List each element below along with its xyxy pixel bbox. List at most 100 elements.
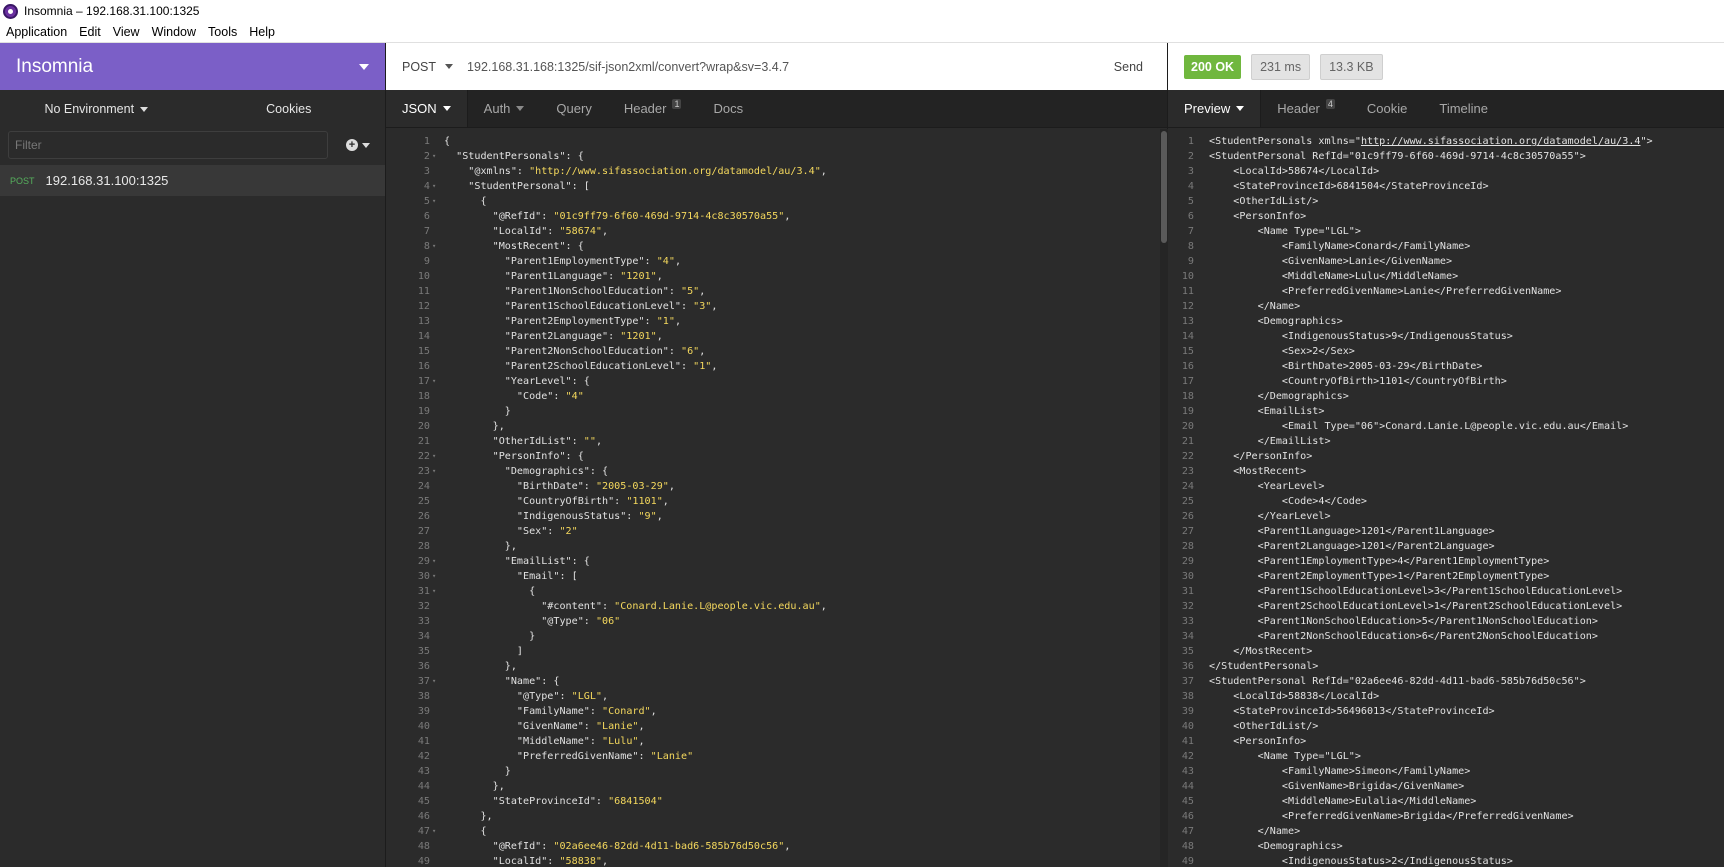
sidebar-request-item[interactable]: POST 192.168.31.100:1325	[0, 165, 385, 196]
menu-view[interactable]: View	[107, 25, 146, 39]
scrollbar[interactable]	[1160, 129, 1168, 867]
scrollbar-thumb[interactable]	[1161, 131, 1167, 243]
code-line: <OtherIdList/>	[1209, 721, 1319, 732]
line-number: 34	[1181, 631, 1194, 642]
menu-application[interactable]: Application	[0, 25, 73, 39]
line-number: 3	[1187, 166, 1194, 177]
fold-arrow-icon[interactable]: ▾	[432, 824, 442, 839]
fold-arrow-icon[interactable]: ▾	[432, 194, 442, 209]
line-number: 48	[1181, 841, 1194, 852]
request-body-editor[interactable]: 1 2 3 4 5 6 7 8 9 10 11 12 13 14 15 16 17 18 19 20 21 22 23 24 2…	[386, 129, 1168, 867]
line-number: 45	[417, 796, 430, 807]
window-title: Insomnia – 192.168.31.100:1325	[24, 4, 200, 18]
response-status-bar: 200 OK 231 ms 13.3 KB	[1168, 43, 1724, 90]
filter-input[interactable]	[8, 131, 328, 159]
line-number: 37	[1181, 676, 1194, 687]
workspace-name: Insomnia	[16, 55, 94, 77]
line-number: 1	[1187, 136, 1194, 147]
request-method-tag: POST	[10, 175, 35, 186]
code-line: <Parent1EmploymentType>4</Parent1Employm…	[1209, 556, 1550, 567]
preview-caret-icon	[1236, 106, 1245, 111]
fold-arrow-icon[interactable]: ▾	[432, 569, 442, 584]
code-line: <Parent2EmploymentType>1</Parent2Employm…	[1209, 571, 1550, 582]
line-number: 23	[1181, 466, 1194, 477]
tab-header[interactable]: Header 1	[608, 90, 698, 127]
tab-body[interactable]: JSON	[386, 90, 468, 127]
line-number: 12	[417, 301, 430, 312]
code-line: </EmailList>	[1209, 436, 1331, 447]
code-line: <MostRecent>	[1209, 466, 1307, 477]
line-number: 38	[1181, 691, 1194, 702]
add-request-button[interactable]: +	[346, 139, 370, 151]
line-number: 16	[1181, 361, 1194, 372]
environment-selector[interactable]: No Environment	[0, 102, 193, 116]
code-line: "Parent2EmploymentType": "1",	[444, 316, 682, 327]
fold-arrow-icon[interactable]: ▾	[432, 374, 442, 389]
response-body-viewer[interactable]: 1 2 3 4 5 6 7 8 9 10 11 12 13 14 15 16 17 18 19 20 21 22 23 24 2…	[1168, 129, 1724, 867]
line-number: 35	[1181, 646, 1194, 657]
tab-docs-label: Docs	[713, 101, 744, 116]
code-line: {	[444, 196, 487, 207]
line-number: 26	[417, 511, 430, 522]
line-number: 46	[1181, 811, 1194, 822]
fold-arrow-icon[interactable]: ▾	[432, 554, 442, 569]
line-number: 30	[1181, 571, 1194, 582]
fold-arrow-icon[interactable]: ▾	[432, 584, 442, 599]
url-input[interactable]: 192.168.31.168:1325/sif-json2xml/convert…	[467, 60, 1114, 74]
line-number: 33	[1181, 616, 1194, 627]
code-line: "Sex": "2"	[444, 526, 578, 537]
code-line: <MiddleName>Eulalia</MiddleName>	[1209, 796, 1477, 807]
line-number: 25	[417, 496, 430, 507]
tab-auth[interactable]: Auth	[468, 90, 541, 127]
line-numbers: 1 2 3 4 5 6 7 8 9 10 11 12 13 14 15 16 17 18 19 20 21 22 23 24 2…	[386, 134, 430, 867]
code-line: </Name>	[1209, 301, 1301, 312]
tab-timeline[interactable]: Timeline	[1423, 90, 1504, 127]
send-button[interactable]: Send	[1114, 60, 1151, 74]
code-line: "@RefId": "01c9ff79-6f60-469d-9714-4c8c3…	[444, 211, 791, 222]
cookies-button[interactable]: Cookies	[193, 102, 386, 116]
code-line: },	[444, 661, 517, 672]
menu-help[interactable]: Help	[243, 25, 281, 39]
line-number: 11	[1181, 286, 1194, 297]
tab-query[interactable]: Query	[540, 90, 607, 127]
request-tabs: JSON Auth Query Header 1 Docs	[386, 90, 1167, 128]
response-tabs: Preview Header 4 Cookie Timeline	[1168, 90, 1724, 128]
line-number: 30	[417, 571, 430, 582]
tab-response-header[interactable]: Header 4	[1261, 90, 1351, 127]
code-line: <PersonInfo>	[1209, 211, 1307, 222]
code-line: <BirthDate>2005-03-29</BirthDate>	[1209, 361, 1483, 372]
line-number: 26	[1181, 511, 1194, 522]
line-number: 31	[1181, 586, 1194, 597]
line-number: 1	[423, 136, 430, 147]
workspace-caret-icon[interactable]	[359, 63, 369, 70]
code-line: "@Type": "06"	[444, 616, 621, 627]
fold-arrow-icon[interactable]: ▾	[432, 149, 442, 164]
line-number: 21	[417, 436, 430, 447]
menu-edit[interactable]: Edit	[73, 25, 107, 39]
tab-cookie[interactable]: Cookie	[1351, 90, 1423, 127]
method-dropdown[interactable]: POST	[402, 60, 454, 74]
line-number: 24	[417, 481, 430, 492]
menu-tools[interactable]: Tools	[202, 25, 243, 39]
line-number: 42	[1181, 751, 1194, 762]
fold-arrow-icon[interactable]: ▾	[432, 449, 442, 464]
line-number: 9	[1187, 256, 1194, 267]
tab-preview-label: Preview	[1184, 101, 1231, 116]
fold-arrow-icon[interactable]: ▾	[432, 239, 442, 254]
line-number: 29	[417, 556, 430, 567]
window-titlebar: Insomnia – 192.168.31.100:1325	[0, 0, 1724, 22]
code-line: "PersonInfo": {	[444, 451, 584, 462]
menu-window[interactable]: Window	[146, 25, 202, 39]
line-number: 18	[1181, 391, 1194, 402]
tab-preview[interactable]: Preview	[1168, 90, 1262, 127]
line-number: 20	[417, 421, 430, 432]
fold-arrow-icon[interactable]: ▾	[432, 464, 442, 479]
tab-docs[interactable]: Docs	[697, 90, 759, 127]
code-line: <Demographics>	[1209, 841, 1343, 852]
line-number: 48	[417, 841, 430, 852]
line-number: 17	[417, 376, 430, 387]
fold-arrow-icon[interactable]: ▾	[432, 179, 442, 194]
code-line: <StudentPersonals xmlns="http://www.sifa…	[1209, 136, 1653, 147]
fold-arrow-icon[interactable]: ▾	[432, 674, 442, 689]
workspace-header[interactable]: Insomnia	[0, 43, 385, 90]
